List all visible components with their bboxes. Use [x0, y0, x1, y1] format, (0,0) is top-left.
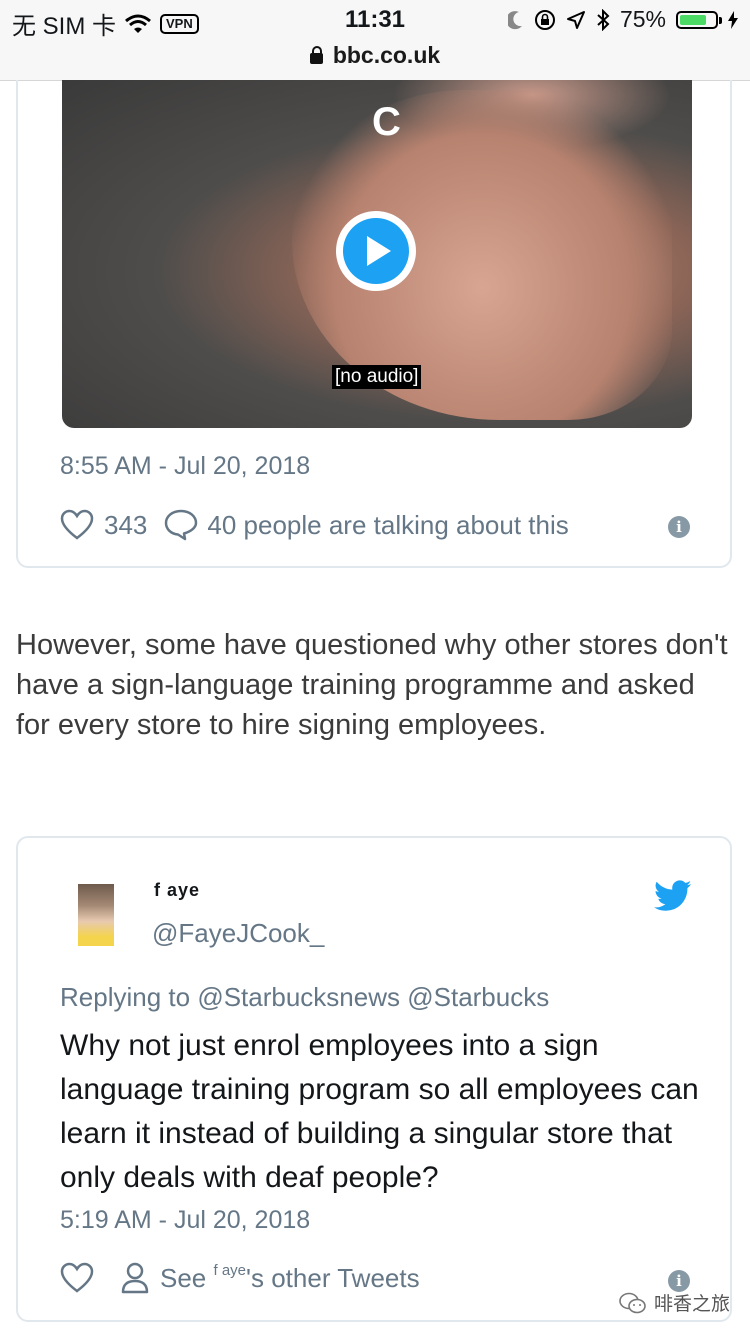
moon-icon: [507, 10, 522, 29]
tweet-text: Why not just enrol employees into a sign…: [60, 1029, 699, 1194]
replying-to: Replying to @Starbucksnews @Starbucks: [60, 982, 549, 1013]
watermark-text: 啡香之旅: [653, 1294, 730, 1315]
heart-icon[interactable]: [60, 509, 94, 541]
tweet-actions: See f aye's other Tweets: [60, 1262, 420, 1294]
url-domain: bbc.co.uk: [332, 42, 441, 68]
url-display[interactable]: bbc.co.uk: [0, 42, 750, 69]
comment-icon[interactable]: [163, 508, 199, 542]
status-bar: 无 SIM 卡 VPN 11:31 75%: [0, 0, 750, 40]
tweet-actions: 343 40 people are talking about this: [60, 508, 569, 542]
heart-icon[interactable]: [60, 1262, 94, 1294]
battery-icon: [676, 10, 722, 29]
embedded-tweet-video[interactable]: C [no audio] 8:55 AM - Jul 20, 2018 343 …: [16, 80, 732, 568]
article-paragraph: However, some have questioned why other …: [16, 629, 728, 741]
tweet-video[interactable]: C [no audio]: [62, 80, 692, 428]
tweet-timestamp[interactable]: 8:55 AM - Jul 20, 2018: [60, 452, 310, 481]
bluetooth-icon: [597, 8, 610, 31]
person-icon: [121, 1262, 149, 1294]
charging-icon: [728, 10, 738, 29]
lock-icon: [309, 46, 323, 64]
status-right: 75%: [507, 6, 738, 33]
rotation-lock-icon: [534, 9, 555, 30]
display-name[interactable]: f aye: [154, 880, 200, 901]
see-name: f aye: [213, 1262, 247, 1279]
user-handle[interactable]: @FayeJCook_: [152, 918, 324, 949]
see-label: See: [160, 1263, 207, 1293]
location-icon: [566, 10, 585, 29]
like-count: 343: [104, 509, 148, 540]
address-bar[interactable]: bbc.co.uk: [0, 40, 750, 81]
wechat-icon: [619, 1292, 646, 1313]
battery-percent: 75%: [619, 6, 666, 32]
watermark: 啡香之旅: [618, 1289, 730, 1316]
play-button[interactable]: [336, 211, 416, 291]
info-icon[interactable]: i: [668, 516, 690, 538]
avatar[interactable]: [78, 884, 114, 946]
play-icon: [343, 218, 409, 284]
replying-prefix: Replying to: [60, 982, 191, 1012]
embedded-tweet-reply[interactable]: f aye @FayeJCook_ Replying to @Starbucks…: [16, 836, 732, 1322]
talking-text[interactable]: 40 people are talking about this: [207, 510, 568, 541]
video-caption: [no audio]: [332, 365, 422, 389]
reply-handles-link[interactable]: @Starbucksnews @Starbucks: [197, 982, 549, 1012]
see-suffix: 's other Tweets: [246, 1263, 420, 1293]
see-other-tweets-link[interactable]: See f aye's other Tweets: [120, 1262, 420, 1294]
video-letter: C: [372, 100, 401, 144]
battery-level: [680, 14, 706, 25]
twitter-bird-icon[interactable]: [654, 880, 692, 912]
tweet-timestamp[interactable]: 5:19 AM - Jul 20, 2018: [60, 1206, 310, 1235]
